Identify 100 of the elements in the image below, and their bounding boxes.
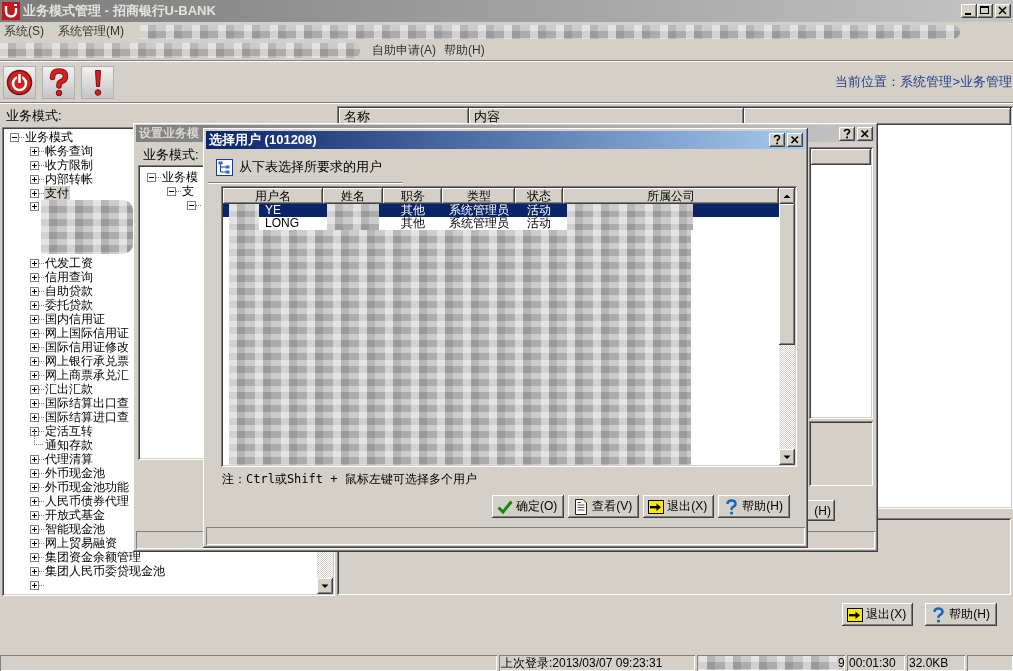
- tree-item[interactable]: 人民币债券代理: [44, 494, 130, 508]
- column-header[interactable]: 类型: [442, 188, 515, 204]
- tree-item[interactable]: 集团人民币委贷现金池: [44, 564, 166, 578]
- tree-item[interactable]: 智能现金池: [44, 522, 106, 536]
- expand-icon[interactable]: [30, 454, 39, 464]
- expand-icon[interactable]: [30, 342, 39, 352]
- tree-item[interactable]: 帐务查询: [44, 144, 94, 158]
- menu-item[interactable]: 系统管理(M): [54, 23, 128, 40]
- column-header[interactable]: 姓名: [323, 188, 383, 204]
- table-row[interactable]: YE 其他 系统管理员 活动: [223, 204, 779, 217]
- exit-button[interactable]: 退出(X): [842, 603, 914, 626]
- expand-icon[interactable]: [30, 510, 39, 520]
- expand-icon[interactable]: [30, 468, 39, 478]
- column-header[interactable]: [811, 149, 871, 165]
- expand-icon[interactable]: [30, 328, 39, 338]
- tree-item[interactable]: 开放式基金: [44, 508, 106, 522]
- tree-item[interactable]: 外币现金池: [44, 466, 106, 480]
- column-header[interactable]: [744, 108, 1011, 125]
- expand-icon[interactable]: [30, 496, 39, 506]
- dialog-title: 选择用户 (101208): [209, 131, 317, 149]
- scroll-down-icon[interactable]: [779, 449, 795, 465]
- power-icon[interactable]: [3, 65, 36, 99]
- expand-icon[interactable]: [30, 580, 39, 590]
- scroll-up-icon[interactable]: [779, 188, 795, 204]
- expand-icon[interactable]: [30, 524, 39, 534]
- tree-item[interactable]: 网上银行承兑票: [44, 354, 130, 368]
- expand-icon[interactable]: [30, 412, 39, 422]
- scrollbar-thumb[interactable]: [779, 204, 795, 345]
- tree-item[interactable]: 收方限制: [44, 158, 94, 172]
- tree-item[interactable]: 汇出汇款: [44, 382, 94, 396]
- view-button[interactable]: 查看(V): [568, 495, 640, 518]
- tree-item[interactable]: 集团资金余额管理: [44, 550, 142, 564]
- tree-item[interactable]: 代发工资: [44, 256, 94, 270]
- tree-item[interactable]: 业务模式: [24, 130, 74, 144]
- tree-item[interactable]: 委托贷款: [44, 298, 94, 312]
- expand-icon[interactable]: [30, 188, 39, 198]
- maximize-icon[interactable]: [977, 4, 993, 18]
- collapse-icon[interactable]: [167, 186, 176, 196]
- scroll-down-icon[interactable]: [317, 578, 333, 594]
- help-button[interactable]: 帮助(H): [718, 495, 790, 518]
- expand-icon[interactable]: [30, 552, 39, 562]
- tree-item[interactable]: 国际结算进口查: [44, 410, 130, 424]
- expand-icon[interactable]: [30, 202, 39, 211]
- column-header[interactable]: 用户名: [223, 188, 323, 204]
- tree-item[interactable]: 网上商票承兑汇: [44, 368, 130, 382]
- expand-icon[interactable]: [30, 160, 39, 170]
- collapse-icon[interactable]: [187, 200, 196, 210]
- tree-item[interactable]: 支付: [44, 186, 70, 200]
- expand-icon[interactable]: [30, 384, 39, 394]
- expand-icon[interactable]: [30, 272, 39, 282]
- tree-item[interactable]: 内部转帐: [44, 172, 94, 186]
- tree-item[interactable]: 国内信用证: [44, 312, 106, 326]
- tree-item[interactable]: 业务模: [161, 170, 199, 184]
- menu-item[interactable]: 系统(S): [0, 23, 48, 40]
- column-header[interactable]: 职务: [383, 188, 442, 204]
- tree-item[interactable]: 定活互转: [44, 424, 94, 438]
- expand-icon[interactable]: [30, 370, 39, 380]
- tree-item[interactable]: 代理清算: [44, 452, 94, 466]
- help-button[interactable]: 帮助(H): [925, 603, 997, 626]
- expand-icon[interactable]: [30, 398, 39, 408]
- tree-item[interactable]: 支: [181, 184, 195, 198]
- tree-item[interactable]: 外币现金池功能: [44, 480, 130, 494]
- scrollbar[interactable]: [317, 549, 333, 594]
- collapse-icon[interactable]: [10, 132, 19, 142]
- exit-button[interactable]: 退出(X): [643, 495, 715, 518]
- expand-icon[interactable]: [30, 356, 39, 366]
- exclamation-icon[interactable]: [81, 65, 114, 99]
- help-icon[interactable]: [42, 65, 75, 99]
- expand-icon[interactable]: [30, 426, 39, 436]
- expand-icon[interactable]: [30, 174, 39, 184]
- expand-icon[interactable]: [30, 286, 39, 296]
- close-icon[interactable]: [787, 133, 803, 147]
- column-header[interactable]: 状态: [515, 188, 563, 204]
- expand-icon[interactable]: [30, 314, 39, 324]
- tree-item[interactable]: 网上贸易融资: [44, 536, 118, 550]
- expand-icon[interactable]: [30, 146, 39, 156]
- menu-item[interactable]: 帮助(H): [440, 42, 489, 59]
- pixelated-area: [327, 204, 379, 217]
- collapse-icon[interactable]: [147, 172, 156, 182]
- table-row[interactable]: LONG 其他 系统管理员 活动: [223, 217, 779, 230]
- table-cell-text: 其他: [399, 204, 426, 217]
- scrollbar[interactable]: [779, 188, 795, 465]
- expand-icon[interactable]: [30, 566, 39, 576]
- confirm-button[interactable]: 确定(O): [492, 495, 565, 518]
- expand-icon[interactable]: [30, 538, 39, 548]
- menu-item[interactable]: 自助申请(A): [368, 42, 440, 59]
- expand-icon[interactable]: [30, 258, 39, 268]
- column-header[interactable]: 所属公司: [563, 188, 779, 204]
- tree-item[interactable]: 信用查询: [44, 270, 94, 284]
- tree-item[interactable]: 自助贷款: [44, 284, 94, 298]
- close-icon[interactable]: [995, 4, 1011, 18]
- document-icon: [573, 498, 590, 515]
- tree-item[interactable]: 通知存款: [44, 438, 94, 452]
- minimize-icon[interactable]: [961, 4, 977, 18]
- help-icon[interactable]: [769, 133, 785, 147]
- tree-item[interactable]: 国际结算出口查: [44, 396, 130, 410]
- tree-item[interactable]: 国际信用证修改: [44, 340, 130, 354]
- expand-icon[interactable]: [30, 300, 39, 310]
- expand-icon[interactable]: [30, 482, 39, 492]
- tree-item[interactable]: 网上国际信用证: [44, 326, 130, 340]
